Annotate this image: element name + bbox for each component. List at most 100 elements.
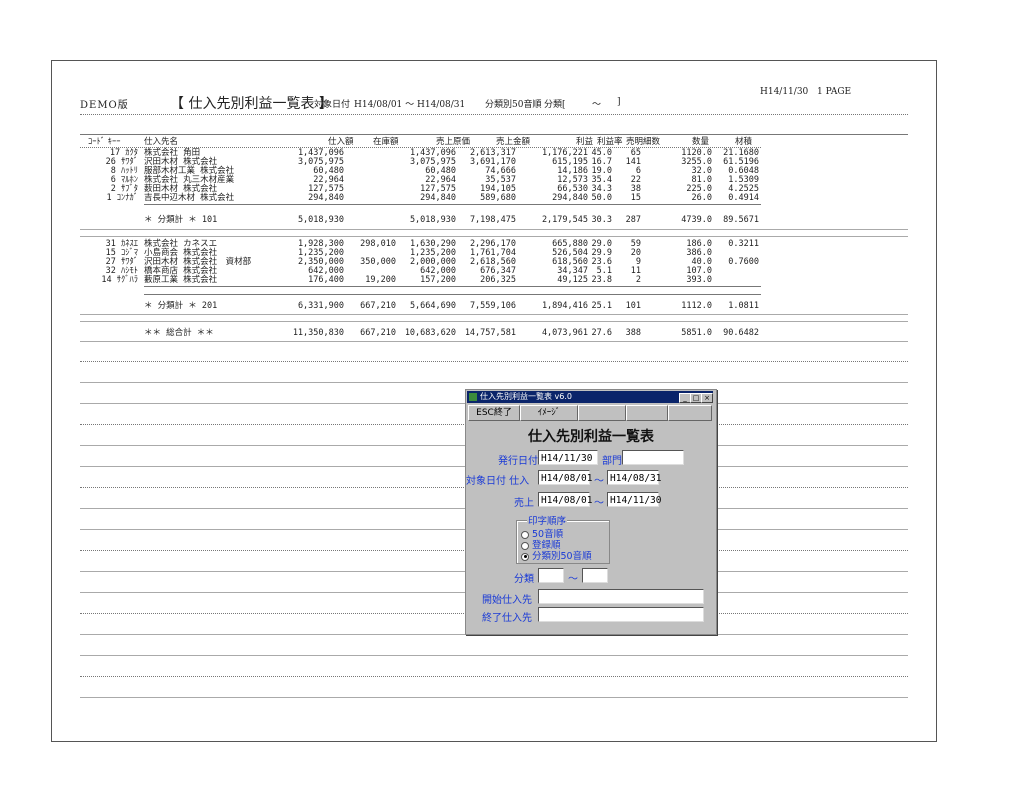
cell-value: 11,350,830: [292, 328, 344, 338]
table-row: 1 ｺﾝﾅｶﾞ 吉長中辺木材 株式会社 294,840 294,840 589,680 2…: [52, 193, 936, 203]
divider: [144, 286, 761, 287]
tilde: ～: [568, 574, 578, 585]
cell-value: 14,757,581: [464, 328, 516, 338]
dialog-titlebar: 仕入先別利益一覧表 v6.0 _ □ ×: [467, 391, 713, 403]
tilde: ～: [594, 476, 604, 487]
order-label: 分類別50音順: [485, 100, 542, 110]
target-date-range: H14/08/01 ～ H14/08/31: [354, 100, 466, 110]
target-date-label: 対象日付 仕入: [466, 476, 530, 487]
supplier-code: 1 ｺﾝﾅｶﾞ: [106, 193, 139, 203]
cell-value: 19,200: [365, 275, 396, 285]
cell-value: 1.0811: [728, 301, 759, 311]
report-title: 【 仕入先別利益一覧表 】: [170, 96, 333, 112]
cell-value: 294,840: [552, 193, 588, 203]
cell-value: 90.6482: [723, 328, 759, 338]
cell-value: 10,683,620: [404, 328, 456, 338]
col-stock: 在庫額: [373, 137, 399, 147]
divider: [80, 229, 908, 230]
ruled-line: [80, 697, 908, 698]
ruled-line: [80, 361, 908, 362]
cell-value: 4739.0: [681, 215, 712, 225]
cell-value: 157,200: [420, 275, 456, 285]
purchase-to-input[interactable]: H14/08/31: [607, 470, 661, 485]
demo-label: DEMO版: [80, 100, 129, 111]
cell-value: 294,840: [420, 193, 456, 203]
print-date: H14/11/30: [760, 87, 809, 97]
col-volume: 材積: [735, 137, 753, 147]
dept-label: 部門: [602, 456, 622, 467]
dept-input[interactable]: [622, 450, 684, 465]
toolbar-blank-button[interactable]: [578, 405, 626, 421]
end-supplier-input[interactable]: [538, 607, 704, 622]
divider: [80, 134, 908, 135]
cell-value: 388: [625, 328, 641, 338]
cell-value: 1112.0: [681, 301, 712, 311]
cell-value: 5,018,930: [297, 215, 344, 225]
col-name: 仕入先名: [144, 137, 179, 147]
sales-to-input[interactable]: H14/11/30: [607, 492, 661, 507]
sales-from-input[interactable]: H14/08/01: [538, 492, 592, 507]
cell-value: 5,018,930: [409, 215, 456, 225]
total-label: ＊ 分類計 ＊ 101: [144, 215, 218, 225]
cell-value: 26.0: [691, 193, 712, 203]
cell-value: 89.5671: [723, 215, 759, 225]
target-date-label: 対象日付: [314, 100, 351, 110]
col-lines: 売明細数: [626, 137, 661, 147]
print-order-group: 印字順序 50音順 登録順 分類別50音順: [516, 513, 610, 564]
ruled-line: [80, 382, 908, 383]
close-icon[interactable]: ×: [701, 393, 713, 403]
category-label: 分類[: [544, 100, 566, 110]
cell-value: 23.8: [591, 275, 612, 285]
col-rate: 利益率: [597, 137, 623, 147]
col-purchase: 仕入額: [328, 137, 354, 147]
divider: [80, 114, 908, 115]
tilde: ～: [594, 498, 604, 509]
image-preview-button[interactable]: ｲﾒｰｼﾞ: [520, 405, 578, 421]
category-to-input[interactable]: [582, 568, 608, 583]
supplier-name: 吉長中辺木材 株式会社: [144, 193, 235, 203]
start-supplier-label: 開始仕入先: [482, 595, 532, 606]
supplier-code: 14 ｻｸﾞﾊﾗ: [101, 275, 138, 285]
cell-value: 176,400: [308, 275, 344, 285]
divider: [80, 314, 908, 315]
total-label: ＊＊ 総合計 ＊＊: [144, 328, 214, 338]
total-label: ＊ 分類計 ＊ 201: [144, 301, 218, 311]
cell-value: 4,073,961: [541, 328, 588, 338]
divider: [80, 321, 908, 322]
cell-value: 101: [625, 301, 641, 311]
subtotal-row: ＊ 分類計 ＊ 101 5,018,930 5,018,930 7,198,475 2,…: [52, 215, 936, 225]
col-qty: 数量: [692, 137, 710, 147]
col-cost: 売上原価: [436, 137, 471, 147]
start-supplier-input[interactable]: [538, 589, 704, 604]
issue-date-input[interactable]: H14/11/30: [538, 450, 598, 465]
order-option-category-kana[interactable]: 分類別50音順: [521, 548, 592, 562]
cell-value: 667,210: [360, 328, 396, 338]
toolbar-blank-button[interactable]: [626, 405, 668, 421]
cell-value: 667,210: [360, 301, 396, 311]
report-dialog: 仕入先別利益一覧表 v6.0 _ □ × ESC終了 ｲﾒｰｼﾞ 仕入先別利益一…: [465, 389, 717, 635]
dialog-title: 仕入先別利益一覧表 v6.0: [480, 392, 572, 401]
purchase-from-input[interactable]: H14/08/01: [538, 470, 592, 485]
cell-value: 2,179,545: [541, 215, 588, 225]
category-close: ]: [617, 97, 621, 107]
sales-label: 売上: [514, 498, 534, 509]
cell-value: 1,894,416: [541, 301, 588, 311]
issue-date-label: 発行日付: [498, 456, 538, 467]
category-from-input[interactable]: [538, 568, 564, 583]
cell-value: 7,559,106: [469, 301, 516, 311]
subtotal-row: ＊ 分類計 ＊ 201 6,331,900 667,210 5,664,690 7,55…: [52, 301, 936, 311]
dialog-heading: 仕入先別利益一覧表: [528, 429, 654, 445]
esc-exit-button[interactable]: ESC終了: [468, 405, 520, 421]
dialog-toolbar: ESC終了 ｲﾒｰｼﾞ: [468, 404, 712, 421]
cell-value: 27.6: [591, 328, 612, 338]
toolbar-blank-button[interactable]: [668, 405, 712, 421]
subtotal-row: ＊＊ 総合計 ＊＊ 11,350,830 667,210 10,683,620 14,7…: [52, 328, 936, 338]
cell-value: 294,840: [308, 193, 344, 203]
cell-value: 0.4914: [728, 193, 759, 203]
cell-value: 30.3: [591, 215, 612, 225]
divider: [144, 294, 761, 295]
radio-selected-icon: [521, 552, 529, 561]
col-sales: 売上金額: [496, 137, 531, 147]
col-profit: 利益: [576, 137, 594, 147]
cell-value: 393.0: [686, 275, 712, 285]
